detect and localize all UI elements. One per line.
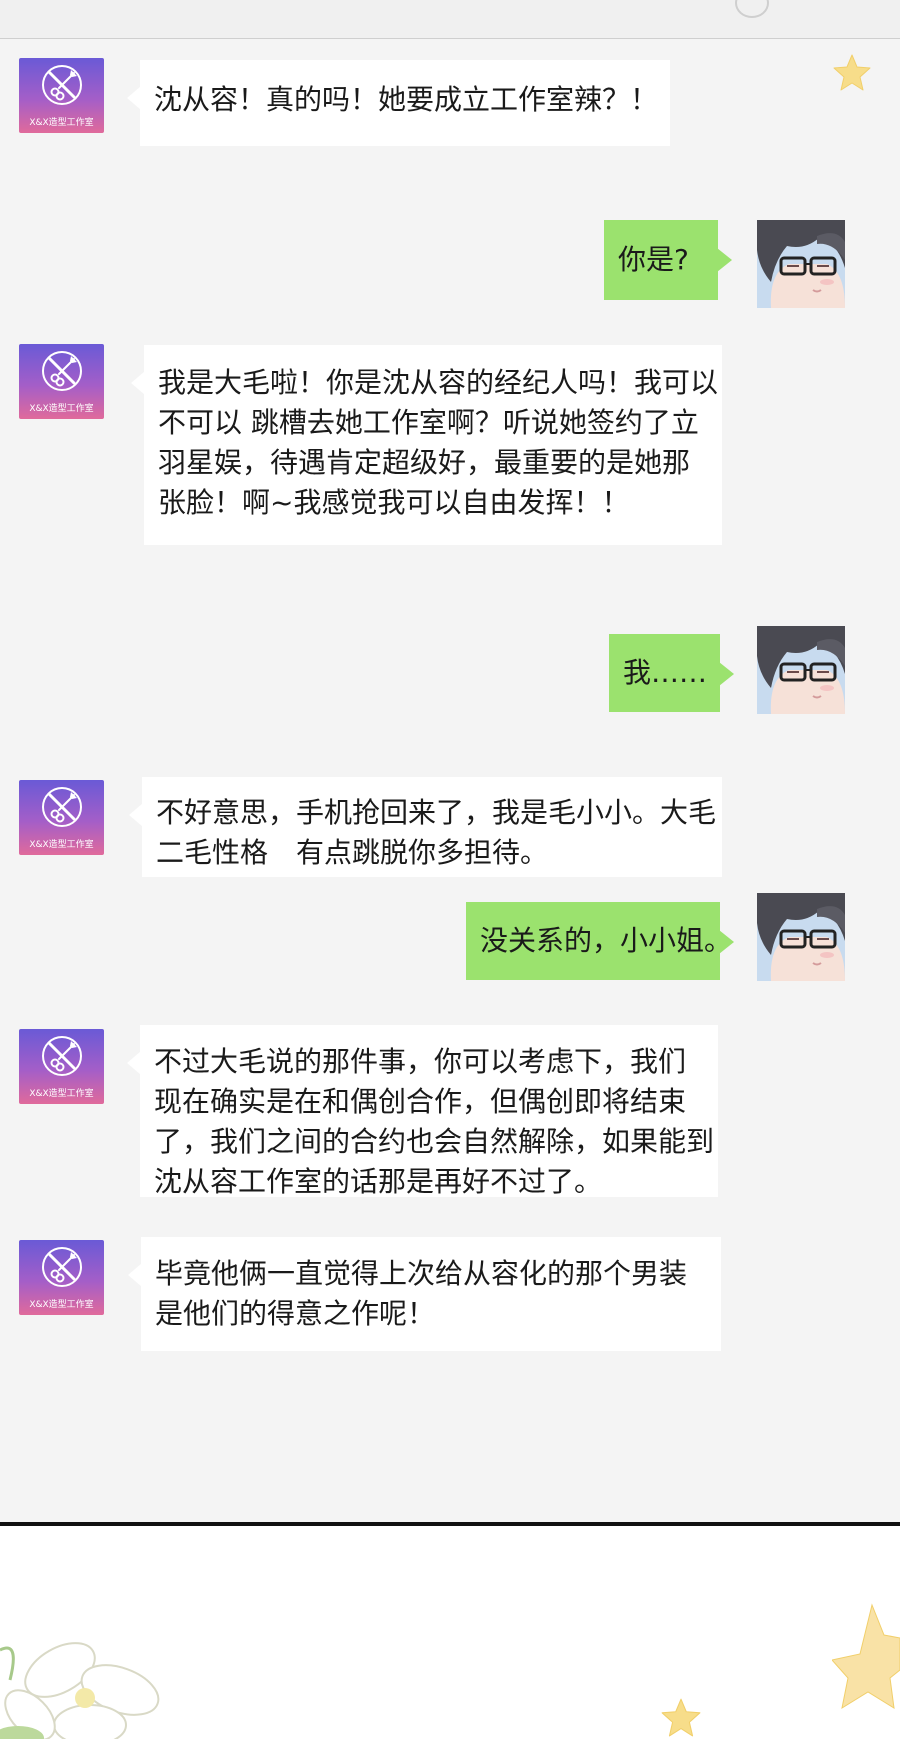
message-text-line: 了，我们之间的合约也会自然解除，如果能到 [154, 1125, 715, 1158]
studio-avatar-caption: X&X造型工作室 [29, 1089, 94, 1099]
studio-avatar[interactable]: X&X造型工作室 [19, 344, 104, 419]
message-text-line: 现在确实是在和偶创合作，但偶创即将结束 [154, 1085, 687, 1118]
studio-avatar[interactable]: X&X造型工作室 [19, 780, 104, 855]
incoming-message-bubble[interactable]: 不好意思，手机抢回来了，我是毛小小。大毛 二毛性格 有点跳脱你多担待。 [129, 777, 722, 877]
man-with-glasses-icon [757, 220, 845, 308]
outgoing-message-bubble[interactable]: 我…… [609, 634, 734, 712]
message-text-line: 沈从容！真的吗！她要成立工作室辣？！ [154, 83, 659, 116]
message-text-line: 我…… [623, 656, 708, 689]
man-with-glasses-avatar[interactable] [757, 626, 845, 714]
star-decoration-corner [832, 1603, 900, 1710]
incoming-message-bubble[interactable]: 不过大毛说的那件事，你可以考虑下，我们 现在确实是在和偶创合作，但偶创即将结束 了，… [127, 1025, 718, 1198]
panel-divider [0, 1522, 900, 1526]
makeup-brush-scissors-icon [42, 65, 82, 105]
makeup-brush-scissors-icon [42, 787, 82, 827]
makeup-brush-scissors-icon [42, 1036, 82, 1076]
studio-avatar[interactable]: X&X造型工作室 [19, 1240, 104, 1315]
message-text-line: 不好意思，手机抢回来了，我是毛小小。大毛 [156, 796, 717, 829]
studio-avatar-caption: X&X造型工作室 [29, 1300, 94, 1310]
message-text-line: 不可以 跳槽去她工作室啊？听说她签约了立 [158, 406, 699, 439]
outgoing-message-bubble[interactable]: 没关系的，小小姐。 [466, 902, 734, 980]
studio-avatar[interactable]: X&X造型工作室 [19, 58, 104, 133]
star-decoration-bottom [661, 1698, 701, 1737]
top-bar: ​ [0, 0, 900, 39]
message-text-line: 羽星娱，待遇肯定超级好，最重要的是她那 [158, 446, 691, 479]
star-decoration [833, 54, 871, 91]
man-with-glasses-icon [757, 893, 845, 981]
studio-avatar-caption: X&X造型工作室 [29, 840, 94, 850]
incoming-message-bubble[interactable]: 我是大毛啦！你是沈从容的经纪人吗！我可以 不可以 跳槽去她工作室啊？听说她签约了立… [131, 345, 722, 545]
message-text-line: 毕竟他俩一直觉得上次给从容化的那个男装 [155, 1257, 688, 1290]
outgoing-message-bubble[interactable]: 你是? [604, 220, 732, 300]
man-with-glasses-avatar[interactable] [757, 893, 845, 981]
message-text-line: 你是? [618, 243, 689, 276]
incoming-message-bubble[interactable]: 毕竟他俩一直觉得上次给从容化的那个男装 是他们的得意之作呢！ [128, 1237, 721, 1351]
studio-avatar-caption: X&X造型工作室 [29, 118, 94, 128]
message-text-line: 我是大毛啦！你是沈从容的经纪人吗！我可以 [158, 366, 719, 399]
ring-decoration [735, 0, 769, 18]
flower-decoration [0, 1642, 160, 1739]
message-text-line: 不过大毛说的那件事，你可以考虑下，我们 [154, 1045, 687, 1078]
message-text-line: 二毛性格 有点跳脱你多担待。 [156, 836, 549, 869]
message-text-line: 没关系的，小小姐。 [480, 924, 733, 957]
makeup-brush-scissors-icon [42, 351, 82, 391]
studio-avatar-caption: X&X造型工作室 [29, 404, 94, 414]
makeup-brush-scissors-icon [42, 1247, 82, 1287]
man-with-glasses-icon [757, 626, 845, 714]
message-text-line: 张脸！啊~我感觉我可以自由发挥！！ [158, 486, 630, 519]
message-text-line: 沈从容工作室的话那是再好不过了。 [154, 1165, 603, 1198]
message-text-line: 是他们的得意之作呢！ [155, 1297, 436, 1330]
studio-avatar[interactable]: X&X造型工作室 [19, 1029, 104, 1104]
man-with-glasses-avatar[interactable] [757, 220, 845, 308]
incoming-message-bubble[interactable]: 沈从容！真的吗！她要成立工作室辣？！ [127, 60, 670, 146]
